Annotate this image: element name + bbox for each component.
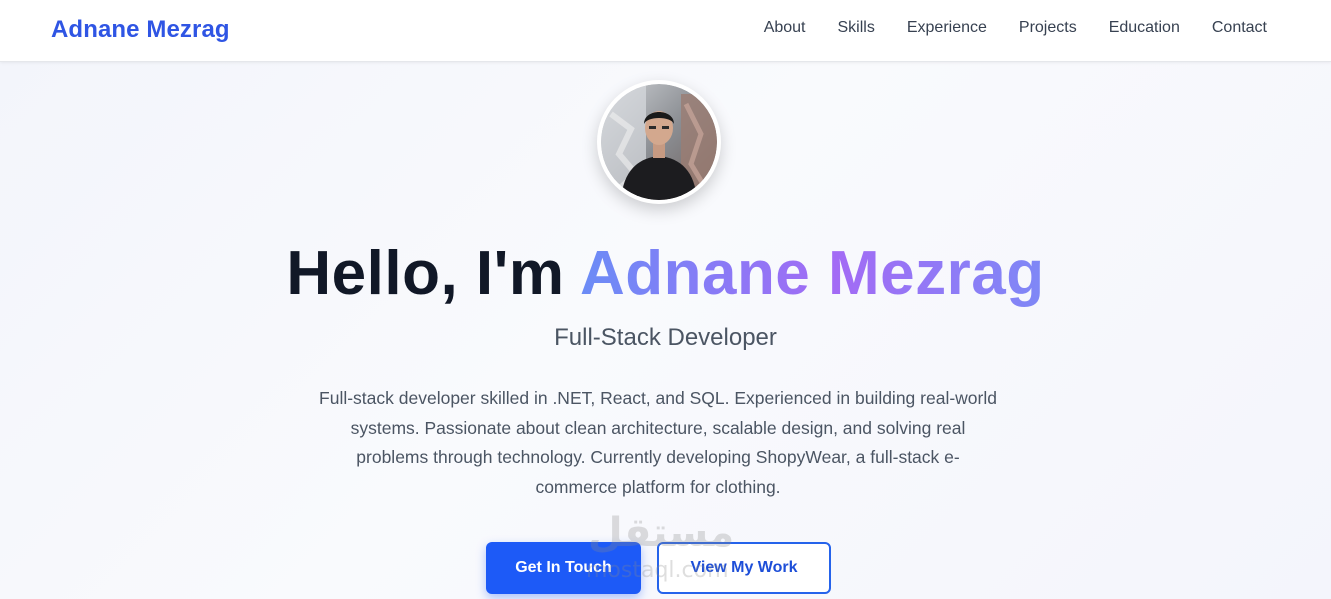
view-my-work-button[interactable]: View My Work [657, 542, 831, 594]
nav-education[interactable]: Education [1109, 19, 1180, 37]
nav-projects[interactable]: Projects [1019, 19, 1077, 37]
hero-section: Hello, I'm Adnane Mezrag Full-Stack Deve… [0, 62, 1331, 599]
nav-links: About Skills Experience Projects Educati… [764, 19, 1267, 37]
hero-headline: Hello, I'm Adnane Mezrag [0, 238, 1331, 309]
nav-contact[interactable]: Contact [1212, 19, 1267, 37]
get-in-touch-button[interactable]: Get In Touch [486, 542, 641, 594]
hero-greeting: Hello, I'm [286, 239, 565, 308]
top-navbar: Adnane Mezrag About Skills Experience Pr… [0, 0, 1331, 62]
brand-logo[interactable]: Adnane Mezrag [51, 16, 230, 44]
hero-description: Full-stack developer skilled in .NET, Re… [319, 388, 997, 497]
nav-skills[interactable]: Skills [838, 19, 875, 37]
avatar [601, 84, 717, 200]
hero-name: Adnane Mezrag [579, 239, 1045, 308]
nav-experience[interactable]: Experience [907, 19, 987, 37]
nav-about[interactable]: About [764, 19, 806, 37]
avatar-frame [597, 80, 721, 204]
hero-subtitle: Full-Stack Developer [554, 324, 777, 351]
